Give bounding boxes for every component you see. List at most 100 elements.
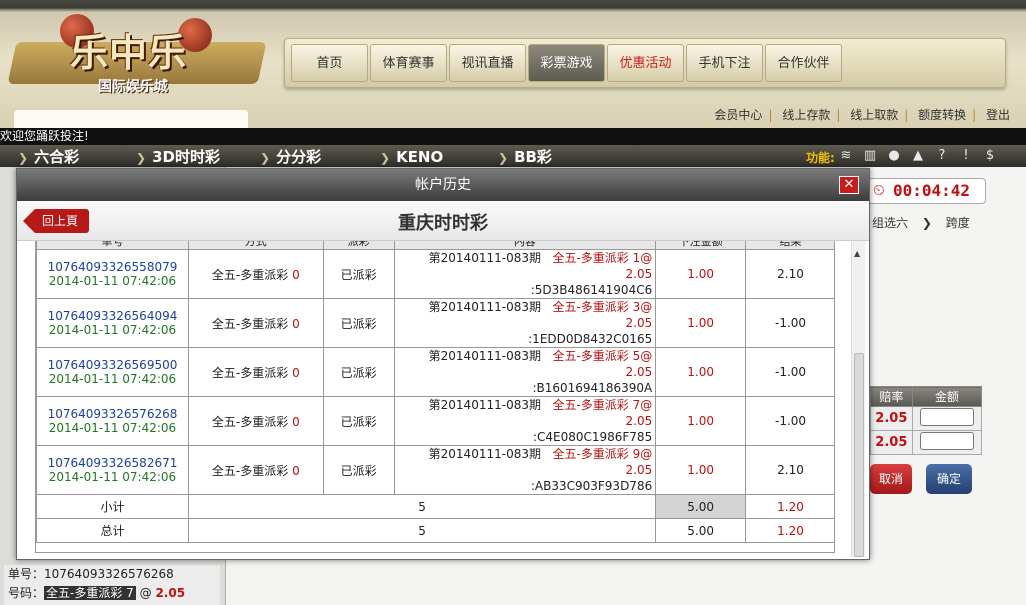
site-logo[interactable]: 乐中乐 国际娱乐城 bbox=[7, 14, 272, 104]
amount-input[interactable] bbox=[919, 431, 974, 450]
amount-header: 金额 bbox=[911, 386, 983, 407]
dialog-title: 帐户历史 ✕ bbox=[17, 169, 869, 201]
cat-keno[interactable]: ❯ KENO bbox=[380, 147, 443, 168]
bet-period: 第20140111-083期 bbox=[428, 251, 541, 265]
close-icon[interactable]: ✕ bbox=[839, 176, 859, 194]
link-member-center[interactable]: 会员中心 bbox=[714, 108, 762, 122]
bet-time: 2014-01-11 07:42:06 bbox=[48, 470, 177, 484]
bet-time: 2014-01-11 07:42:06 bbox=[48, 323, 177, 337]
col-result: 结果 bbox=[745, 241, 834, 250]
bet-selection: 全五-多重派彩 7@ bbox=[552, 398, 653, 412]
bet-odds: 2.05 bbox=[625, 316, 653, 330]
odds-header: 赔率 bbox=[870, 386, 913, 407]
dollar-icon[interactable]: $ bbox=[982, 148, 998, 164]
col-payout: 派彩 bbox=[322, 241, 395, 250]
bet-code: :1EDD0D8432C0165 bbox=[528, 332, 653, 346]
account-icon[interactable]: ▲ bbox=[910, 148, 926, 164]
bet-result: -1.00 bbox=[745, 347, 834, 397]
help-icon[interactable]: ? bbox=[934, 148, 950, 164]
bill-number[interactable]: 10764093326576268 bbox=[37, 407, 188, 421]
bet-method: 全五-多重派彩 bbox=[211, 463, 289, 478]
cancel-button[interactable]: 取消 bbox=[870, 464, 912, 494]
vertical-scrollbar[interactable]: ▲ bbox=[851, 241, 865, 557]
payout-status: 已派彩 bbox=[322, 298, 395, 348]
cat-bb[interactable]: ❯ BB彩 bbox=[498, 147, 552, 168]
confirm-button[interactable]: 确定 bbox=[926, 464, 972, 494]
bet-amount: 1.00 bbox=[655, 249, 747, 299]
cat-minute[interactable]: ❯ 分分彩 bbox=[260, 147, 321, 168]
chevron-right-icon: ❯ bbox=[18, 151, 29, 165]
nav-partners[interactable]: 合作伙伴 bbox=[765, 44, 842, 82]
logo-subtitle: 国际娱乐城 bbox=[98, 79, 168, 95]
bet-result: -1.00 bbox=[745, 396, 834, 446]
method-number: 0 bbox=[292, 463, 300, 478]
bill-number[interactable]: 10764093326569500 bbox=[37, 358, 188, 372]
bet-method: 全五-多重派彩 bbox=[211, 267, 289, 282]
info-icon[interactable]: ! bbox=[958, 148, 974, 164]
coins-icon[interactable]: ≋ bbox=[838, 148, 854, 164]
nav-live-video[interactable]: 视讯直播 bbox=[449, 44, 526, 82]
history-row: 10764093326558079 2014-01-11 07:42:06 全五-多… bbox=[36, 249, 834, 299]
history-row: 10764093326564094 2014-01-11 07:42:06 全五-多… bbox=[36, 298, 834, 348]
bet-code: :AB33C903F93D786 bbox=[530, 479, 653, 493]
bet-amount: 1.00 bbox=[655, 445, 747, 495]
link-deposit[interactable]: 线上存款 bbox=[782, 108, 830, 122]
account-links: 会员中心 | 线上存款 | 线上取款 | 额度转换 | 登出 bbox=[714, 108, 1010, 122]
tab-group-six[interactable]: 组选六 bbox=[872, 216, 908, 230]
dialog-header: 回上頁 重庆时时彩 bbox=[17, 201, 869, 241]
bet-method: 全五-多重派彩 bbox=[211, 365, 289, 380]
nav-lottery[interactable]: 彩票游戏 bbox=[528, 44, 605, 82]
amount-input[interactable] bbox=[919, 407, 974, 426]
nav-mobile-bet[interactable]: 手机下注 bbox=[686, 44, 763, 82]
col-bet-amount: 下注金额 bbox=[655, 241, 747, 250]
bet-period: 第20140111-083期 bbox=[428, 447, 541, 461]
category-bar: ❯ 六合彩 ❯ 3D时时彩 ❯ 分分彩 ❯ KENO ❯ BB彩 功能: ≋ ▥ ● ▲ … bbox=[0, 145, 1026, 167]
method-number: 0 bbox=[292, 316, 300, 331]
bet-slip-info: 单号：10764093326576268 号码： 全五-多重派彩 7 @ 2.05 bbox=[4, 565, 220, 605]
header-tab-strip bbox=[14, 110, 248, 128]
bet-time: 2014-01-11 07:42:06 bbox=[48, 274, 177, 288]
col-method: 方式 bbox=[187, 241, 324, 250]
bet-period: 第20140111-083期 bbox=[428, 398, 541, 412]
tab-span[interactable]: 跨度 bbox=[946, 216, 970, 230]
scroll-up-icon[interactable]: ▲ bbox=[854, 249, 860, 258]
bet-amount: 1.00 bbox=[655, 396, 747, 446]
odds-value: 2.05 bbox=[870, 430, 913, 455]
bet-amount: 1.00 bbox=[655, 298, 747, 348]
bill-number[interactable]: 10764093326558079 bbox=[37, 260, 188, 274]
site-header: 乐中乐 国际娱乐城 首页 体育赛事 视讯直播 彩票游戏 优惠活动 手机下注 合作… bbox=[0, 0, 1026, 128]
bet-time: 2014-01-11 07:42:06 bbox=[48, 421, 177, 435]
link-logout[interactable]: 登出 bbox=[986, 108, 1010, 122]
bet-code: :5D3B486141904C6 bbox=[530, 283, 653, 297]
bet-odds: 2.05 bbox=[625, 414, 653, 428]
cat-mark-six[interactable]: ❯ 六合彩 bbox=[18, 147, 79, 168]
bet-time: 2014-01-11 07:42:06 bbox=[48, 372, 177, 386]
history-table-viewport[interactable]: 单号 方式 派彩 内容 下注金额 结果 10764093326558079 201… bbox=[35, 241, 835, 553]
nav-promotions[interactable]: 优惠活动 bbox=[607, 44, 684, 82]
chevron-right-icon: ❯ bbox=[136, 151, 147, 165]
bill-number[interactable]: 10764093326582671 bbox=[37, 456, 188, 470]
method-number: 0 bbox=[292, 267, 300, 282]
col-bill-no: 单号 bbox=[36, 241, 189, 250]
payout-status: 已派彩 bbox=[322, 445, 395, 495]
bet-code: :B1601694186390A bbox=[532, 381, 653, 395]
user-icon[interactable]: ● bbox=[886, 148, 902, 164]
cat-3d[interactable]: ❯ 3D时时彩 bbox=[136, 147, 220, 168]
bet-method: 全五-多重派彩 bbox=[211, 316, 289, 331]
chart-icon[interactable]: ▥ bbox=[862, 148, 878, 164]
nav-home[interactable]: 首页 bbox=[291, 44, 368, 82]
history-row: 10764093326576268 2014-01-11 07:42:06 全五-多… bbox=[36, 396, 834, 446]
link-transfer[interactable]: 额度转换 bbox=[918, 108, 966, 122]
chevron-right-icon: ❯ bbox=[260, 151, 271, 165]
subtotal-row: 小计 5 5.00 1.20 bbox=[36, 494, 834, 519]
payout-status: 已派彩 bbox=[322, 396, 395, 446]
welcome-marquee: 欢迎您踊跃投注! bbox=[0, 128, 1026, 145]
link-withdraw[interactable]: 线上取款 bbox=[850, 108, 898, 122]
bill-number[interactable]: 10764093326564094 bbox=[37, 309, 188, 323]
lottery-heading: 重庆时时彩 bbox=[398, 213, 488, 234]
clock-icon: ⏲ bbox=[873, 181, 885, 199]
history-row: 10764093326569500 2014-01-11 07:42:06 全五-多… bbox=[36, 347, 834, 397]
payout-status: 已派彩 bbox=[322, 347, 395, 397]
nav-sports[interactable]: 体育赛事 bbox=[370, 44, 447, 82]
scroll-thumb[interactable] bbox=[854, 353, 864, 557]
